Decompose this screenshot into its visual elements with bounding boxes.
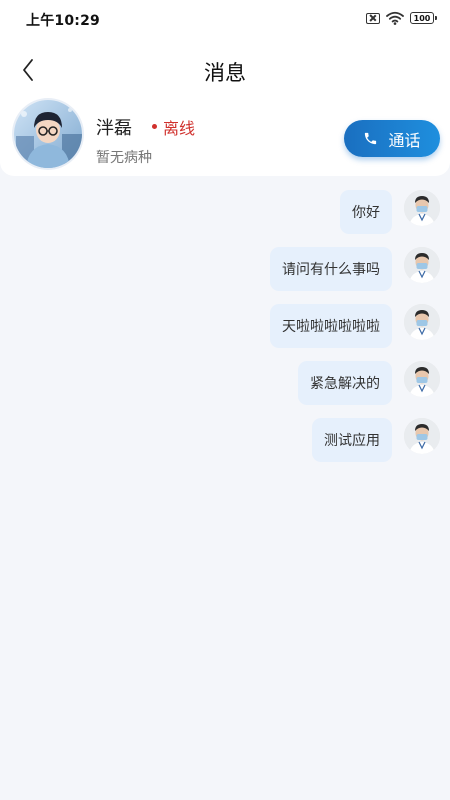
- message-bubble[interactable]: 请问有什么事吗: [270, 247, 392, 291]
- contact-name: 泮磊: [96, 118, 132, 139]
- contact-disease: 暂无病种: [96, 150, 152, 166]
- sender-avatar[interactable]: [404, 418, 440, 454]
- message-row: 天啦啦啦啦啦啦: [0, 300, 450, 357]
- page-title: 消息: [204, 61, 246, 85]
- contact-status: 离线: [163, 119, 196, 138]
- call-button-label: 通话: [388, 130, 421, 150]
- sender-avatar[interactable]: [404, 304, 440, 340]
- sim-off-icon: [366, 12, 380, 24]
- status-icons: 100: [366, 11, 437, 25]
- message-row: 请问有什么事吗: [0, 243, 450, 300]
- message-row: 测试应用: [0, 414, 450, 471]
- call-button[interactable]: 通话: [344, 120, 440, 157]
- contact-card: 泮磊 离线 暂无病种 通话: [0, 98, 450, 176]
- sender-avatar[interactable]: [404, 361, 440, 397]
- message-bubble[interactable]: 你好: [340, 190, 392, 234]
- status-time: 上午10:29: [26, 13, 100, 29]
- header: 消息: [0, 44, 450, 96]
- sender-avatar[interactable]: [404, 190, 440, 226]
- status-bar: 上午10:29 100: [0, 0, 450, 36]
- contact-avatar[interactable]: [14, 100, 82, 168]
- message-list: 你好 请问有什么事吗 天啦啦啦啦啦啦 紧急解决的 测试应用: [0, 186, 450, 471]
- offline-dot-icon: [152, 124, 157, 129]
- wifi-icon: [386, 11, 404, 25]
- message-row: 紧急解决的: [0, 357, 450, 414]
- message-row: 你好: [0, 186, 450, 243]
- message-bubble[interactable]: 紧急解决的: [298, 361, 392, 405]
- sender-avatar[interactable]: [404, 247, 440, 283]
- battery-icon: 100: [410, 12, 437, 24]
- message-bubble[interactable]: 测试应用: [312, 418, 392, 462]
- message-bubble[interactable]: 天啦啦啦啦啦啦: [270, 304, 392, 348]
- phone-icon: [365, 132, 377, 145]
